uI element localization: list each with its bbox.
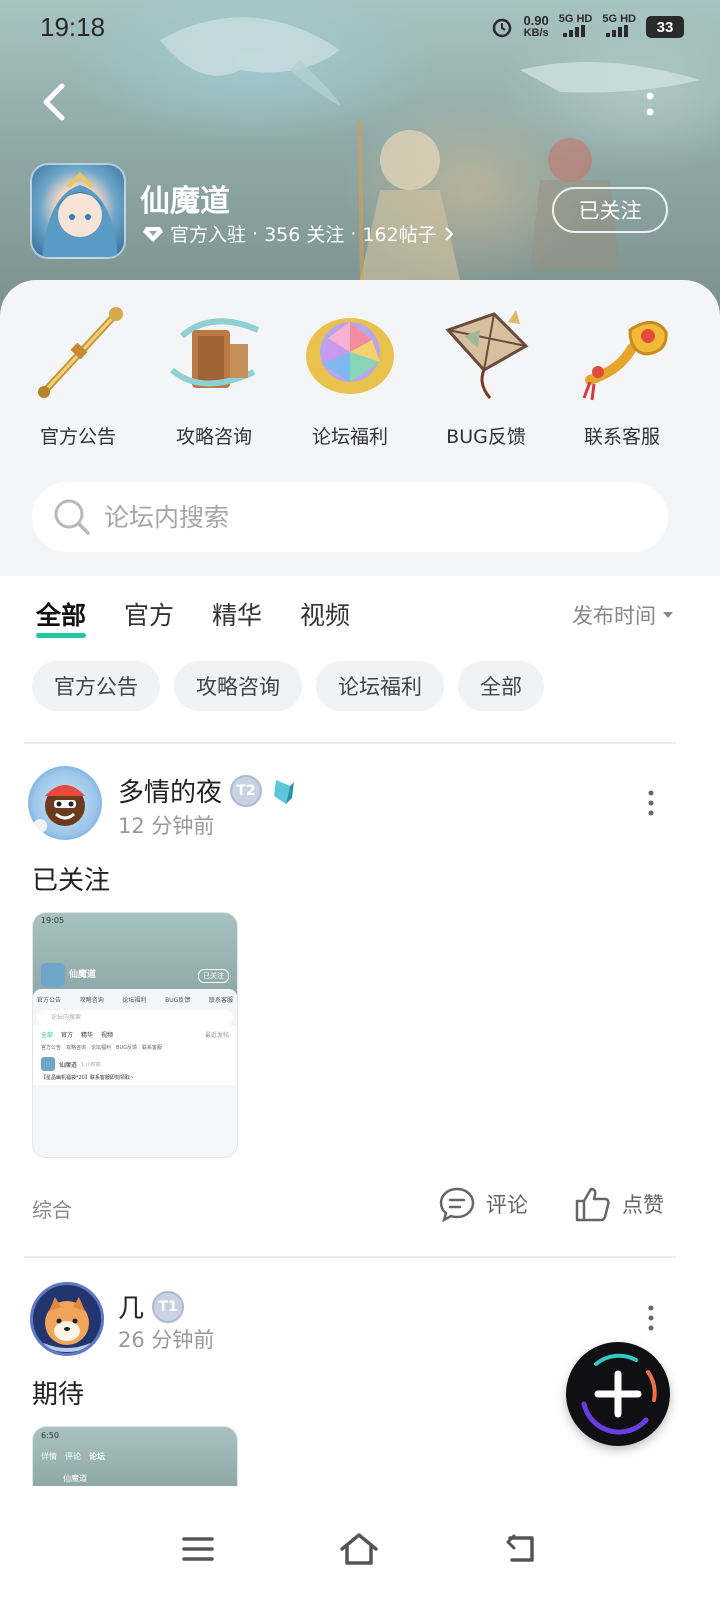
chip-strategy[interactable]: 攻略咨询	[174, 661, 302, 711]
official-label: 官方入驻	[170, 224, 247, 246]
post-image-thumbnail[interactable]: 19:05 仙魔道 已关注 官方公告 攻略咨询 论坛福利 BUG反馈 联系客服 …	[32, 912, 238, 1158]
forum-search-bar[interactable]	[32, 482, 668, 552]
post-author[interactable]: 多情的夜 T2	[118, 772, 296, 809]
signal-bars-icon	[562, 25, 585, 37]
tab-featured[interactable]: 精华	[212, 596, 262, 632]
tab-video[interactable]: 视频	[300, 596, 350, 632]
crystal-badge-icon	[274, 779, 295, 804]
create-post-button[interactable]	[566, 1342, 670, 1446]
diamond-icon	[143, 226, 163, 242]
category-official-announcement[interactable]: 官方公告	[10, 300, 146, 449]
status-time: 19:18	[40, 12, 106, 42]
battery-indicator: 33	[646, 16, 684, 38]
scroll-tome-icon	[162, 300, 266, 404]
thumb-header: 6:50 详情 评论 论坛 仙魔道	[33, 1427, 237, 1486]
menu-icon[interactable]	[182, 1535, 215, 1563]
signal-sim1: 5G HD	[559, 14, 592, 40]
home-icon[interactable]	[339, 1532, 379, 1566]
plus-icon	[581, 1353, 657, 1435]
thumb-list: 全部 官方 精华 视频 最近发帖 官方公告 攻略咨询 论坛福利 BUG反馈 联系…	[33, 1026, 237, 1085]
system-navigation-bar	[0, 1486, 720, 1612]
search-input[interactable]	[104, 502, 624, 532]
post-filter-tabs: 全部 官方 精华 视频	[36, 596, 350, 638]
signal-bars-icon	[606, 25, 629, 37]
chevron-right-icon[interactable]	[443, 225, 455, 243]
post-more-icon[interactable]	[644, 1303, 658, 1333]
more-options-icon[interactable]	[640, 88, 660, 120]
category-bug-feedback[interactable]: BUG反馈	[418, 300, 554, 449]
follow-count: 356 关注	[264, 224, 345, 246]
like-button[interactable]: 点赞	[574, 1186, 664, 1222]
sort-dropdown[interactable]: 发布时间	[572, 600, 674, 630]
user-level-badge: T1	[152, 1290, 185, 1323]
game-character-image	[42, 172, 118, 257]
chip-welfare[interactable]: 论坛福利	[316, 661, 444, 711]
thumb-categories: 官方公告 攻略咨询 论坛福利 BUG反馈 联系客服	[37, 997, 233, 1004]
category-row: 官方公告 攻略咨询 论坛福利 BUG反馈 联系客服	[0, 300, 720, 449]
alarm-icon	[493, 18, 512, 38]
chip-all[interactable]: 全部	[458, 661, 544, 711]
user-avatar[interactable]	[28, 766, 102, 840]
game-title: 仙魔道	[140, 184, 230, 219]
comment-icon	[439, 1187, 475, 1222]
thumb-game-avatar	[41, 963, 65, 987]
caret-down-icon	[663, 612, 673, 618]
category-strategy-consult[interactable]: 攻略咨询	[146, 300, 282, 449]
tab-official[interactable]: 官方	[124, 596, 174, 632]
search-icon	[54, 499, 90, 535]
followed-button[interactable]: 已关注	[552, 187, 668, 233]
user-level-badge: T2	[230, 774, 263, 807]
thumb-header: 19:05 仙魔道 已关注	[33, 913, 237, 995]
post-image-thumbnail[interactable]: 6:50 详情 评论 论坛 仙魔道	[32, 1426, 238, 1486]
thumbs-up-icon	[575, 1187, 610, 1222]
kite-icon	[434, 300, 538, 404]
category-forum-welfare[interactable]: 论坛福利	[282, 300, 418, 449]
post-category-tag[interactable]: 综合	[32, 1194, 72, 1223]
user-avatar[interactable]	[30, 1282, 104, 1356]
golden-staff-icon	[26, 300, 130, 404]
post-content[interactable]: 已关注	[32, 860, 110, 897]
forum-meta: 官方入驻 · 356 关注 · 162帖子	[142, 220, 455, 247]
network-speed: 0.90 KB/s	[523, 13, 549, 39]
category-contact-support[interactable]: 联系客服	[554, 300, 690, 449]
post-content[interactable]: 期待	[32, 1374, 84, 1411]
rainbow-gem-icon	[298, 300, 402, 404]
post-author[interactable]: 几 T1	[118, 1288, 185, 1325]
chip-official-announcement[interactable]: 官方公告	[32, 661, 160, 711]
back-arrow-icon[interactable]	[36, 82, 72, 122]
post-time: 26 分钟前	[118, 1328, 215, 1352]
user-avatar-image	[33, 785, 85, 833]
back-icon[interactable]	[504, 1534, 538, 1564]
game-avatar	[30, 163, 126, 259]
forum-panel: 官方公告 攻略咨询 论坛福利 BUG反馈 联系客服 论坛内搜索	[0, 280, 720, 576]
signal-sim2: 5G HD	[602, 14, 636, 40]
divider	[24, 1256, 676, 1258]
user-avatar-image	[42, 1297, 92, 1352]
post-time: 12 分钟前	[118, 814, 215, 838]
divider	[24, 742, 676, 744]
status-indicators: 0.90 KB/s 5G HD 5G HD 33	[491, 14, 684, 40]
tab-all[interactable]: 全部	[36, 596, 87, 638]
ruyi-scepter-icon	[570, 300, 674, 404]
post-more-icon[interactable]	[644, 788, 658, 818]
post-count[interactable]: 162帖子	[362, 220, 436, 247]
comment-button[interactable]: 评论	[438, 1186, 528, 1222]
category-chips: 官方公告 攻略咨询 论坛福利 全部	[32, 661, 544, 711]
thumb-body: 官方公告 攻略咨询 论坛福利 BUG反馈 联系客服 论坛内搜索	[33, 989, 237, 1026]
status-bar: 19:18 0.90 KB/s 5G HD 5G HD 33	[0, 0, 720, 56]
